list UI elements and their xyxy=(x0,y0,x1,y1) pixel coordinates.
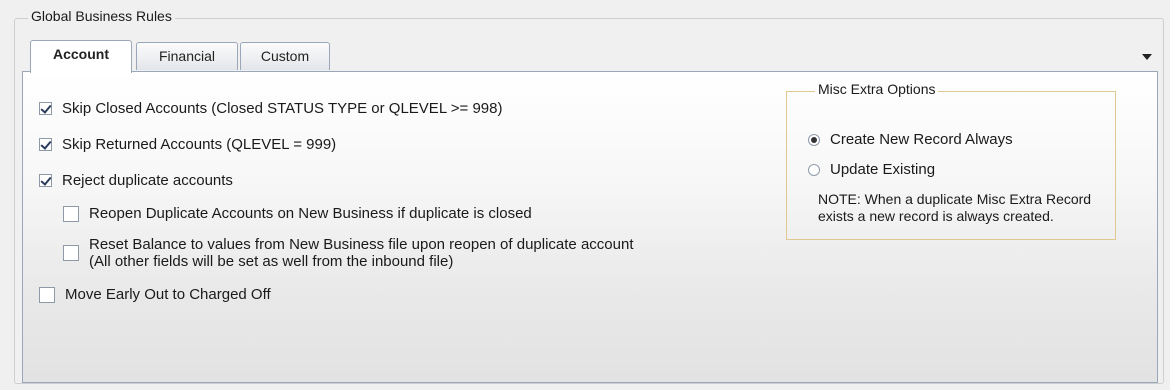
misc-extra-note-line2: exists a new record is always created. xyxy=(818,208,1054,224)
skip-returned-row[interactable]: Skip Returned Accounts (QLEVEL = 999) xyxy=(39,136,336,153)
reject-duplicate-label: Reject duplicate accounts xyxy=(62,172,233,189)
reopen-duplicate-row[interactable]: Reopen Duplicate Accounts on New Busines… xyxy=(63,205,532,222)
misc-extra-note-line1: NOTE: When a duplicate Misc Extra Record xyxy=(818,191,1092,207)
skip-closed-label: Skip Closed Accounts (Closed STATUS TYPE… xyxy=(62,100,503,117)
create-new-record-radio[interactable] xyxy=(808,133,820,146)
tab-custom[interactable]: Custom xyxy=(240,42,330,70)
create-new-record-option[interactable]: Create New Record Always xyxy=(808,131,1013,148)
account-tab-panel: Skip Closed Accounts (Closed STATUS TYPE… xyxy=(22,71,1158,383)
reset-balance-line2: (All other fields will be set as well fr… xyxy=(89,253,454,270)
reject-duplicate-row[interactable]: Reject duplicate accounts xyxy=(39,172,233,189)
reopen-duplicate-checkbox[interactable] xyxy=(63,205,79,222)
update-existing-label: Update Existing xyxy=(830,161,936,178)
group-title: Global Business Rules xyxy=(28,8,175,24)
reject-duplicate-checkbox[interactable] xyxy=(39,174,52,187)
tab-financial[interactable]: Financial xyxy=(136,42,238,70)
reopen-duplicate-label: Reopen Duplicate Accounts on New Busines… xyxy=(89,205,532,222)
tab-strip: Account Financial Custom xyxy=(30,40,1160,73)
skip-returned-label: Skip Returned Accounts (QLEVEL = 999) xyxy=(62,136,337,153)
misc-extra-options-title: Misc Extra Options xyxy=(815,81,939,97)
reset-balance-label: Reset Balance to values from New Busines… xyxy=(89,236,633,270)
create-new-record-label: Create New Record Always xyxy=(830,131,1013,148)
reset-balance-row[interactable]: Reset Balance to values from New Busines… xyxy=(63,236,633,270)
move-early-out-label: Move Early Out to Charged Off xyxy=(65,286,271,303)
skip-returned-checkbox[interactable] xyxy=(39,138,52,151)
reset-balance-checkbox[interactable] xyxy=(63,245,79,261)
skip-closed-checkbox[interactable] xyxy=(39,102,52,115)
move-early-out-checkbox[interactable] xyxy=(39,286,55,303)
misc-extra-note: NOTE: When a duplicate Misc Extra Record… xyxy=(818,191,1118,225)
reset-balance-line1: Reset Balance to values from New Busines… xyxy=(89,236,634,253)
update-existing-radio[interactable] xyxy=(808,163,820,176)
skip-closed-row[interactable]: Skip Closed Accounts (Closed STATUS TYPE… xyxy=(39,100,502,117)
tab-account[interactable]: Account xyxy=(30,40,132,73)
chevron-down-icon[interactable] xyxy=(1142,54,1152,60)
update-existing-option[interactable]: Update Existing xyxy=(808,161,935,178)
move-early-out-row[interactable]: Move Early Out to Charged Off xyxy=(39,286,271,303)
